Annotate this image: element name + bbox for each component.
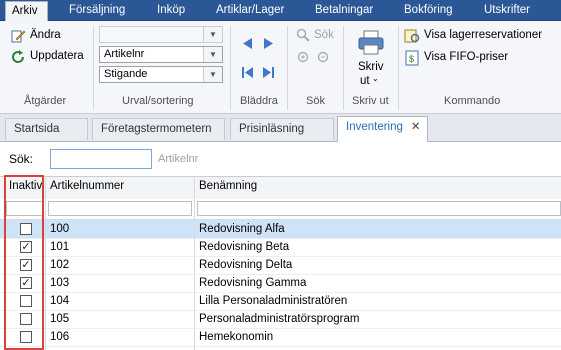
search-icon [296,28,310,42]
tab-foretagstermometern[interactable]: Företagstermometern [92,118,225,140]
sort-order-select[interactable]: Stigande ▼ [99,66,223,83]
uppdatera-button[interactable]: Uppdatera [10,49,90,65]
skriv-ut-button[interactable]: Skriv ut ⌄ [350,26,392,92]
table-row[interactable]: ✓ 101 Redovisning Beta [0,238,561,257]
sort-order-value: Stigande [104,68,148,80]
filter-benamning[interactable] [197,201,561,216]
table-row[interactable]: 100 Redovisning Alfa [0,220,561,239]
group-label-kommando: Kommando [444,95,501,107]
ribbon-separator [343,26,344,110]
menu-inkop[interactable]: Inköp [157,0,185,20]
search-input[interactable] [50,149,152,169]
price-list-icon: $ [405,50,419,66]
ribbon-separator [398,26,399,110]
cell-artikelnummer: 102 [50,259,70,271]
search-hint: Artikelnr [158,153,199,165]
ribbon-separator [287,26,288,110]
filter-artikelnummer[interactable] [48,201,192,216]
cell-benamning: Personaladministratörsprogram [199,313,360,325]
column-header-artikelnummer[interactable]: Artikelnummer [50,180,124,192]
group-label-urval: Urval/sortering [122,95,194,107]
zoom-in-icon [297,51,309,63]
last-icon[interactable] [262,66,275,79]
menu-artiklar-lager[interactable]: Artiklar/Lager [216,0,284,20]
sok-button[interactable]: Sök [296,28,336,44]
cell-artikelnummer: 101 [50,241,70,253]
ribbon-separator [230,26,231,110]
visa-lager-label: Visa lagerreservationer [424,29,543,41]
table-row[interactable]: ✓ 103 Redovisning Gamma [0,274,561,293]
urval-combo-disabled: ▼ [99,26,223,43]
uppdatera-label: Uppdatera [30,50,84,62]
svg-text:$: $ [409,54,414,64]
group-label-bladdra: Bläddra [240,95,278,107]
column-header-benamning[interactable]: Benämning [199,180,257,192]
cell-benamning: Redovisning Alfa [199,223,285,235]
cell-benamning: Redovisning Delta [199,259,293,271]
cell-artikelnummer: 105 [50,313,70,325]
edit-icon [11,30,26,43]
visa-lagerreservationer-button[interactable]: Visa lagerreservationer [404,28,554,44]
sok-label: Sök [314,29,334,41]
chevron-down-icon: ⌄ [372,74,379,83]
table-row[interactable]: ✓ 102 Redovisning Delta [0,256,561,275]
first-icon[interactable] [241,66,254,79]
previous-icon[interactable] [241,37,254,50]
menu-utskrifter[interactable]: Utskrifter [484,0,530,20]
skriv-ut-line2: ut [360,75,370,87]
sort-field-select[interactable]: Artikelnr ▼ [99,46,223,63]
table-row[interactable]: 104 Lilla Personaladministratören [0,292,561,311]
group-label-skriv-ut: Skriv ut [352,95,389,107]
cell-benamning: Lilla Personaladministratören [199,295,348,307]
menu-forsaljning[interactable]: Försäljning [69,0,125,20]
table-row[interactable]: 106 Hemekonomin [0,328,561,347]
zoom-out-icon [317,51,329,63]
table-row[interactable]: 105 Personaladministratörsprogram [0,310,561,329]
cell-artikelnummer: 106 [50,331,70,343]
printer-icon [358,30,384,55]
group-label-atgarder: Åtgärder [24,95,67,107]
column-divider [194,176,195,350]
refresh-icon [12,50,25,63]
menu-arkiv[interactable]: Arkiv [5,1,48,21]
chevron-down-icon: ▼ [203,47,222,62]
cell-benamning: Hemekonomin [199,331,274,343]
chevron-down-icon: ▼ [203,67,222,82]
visa-fifo-label: Visa FIFO-priser [424,51,509,63]
cell-artikelnummer: 104 [50,295,70,307]
ribbon-separator [93,26,94,110]
tab-prisinlasning[interactable]: Prisinläsning [230,118,334,140]
cell-artikelnummer: 100 [50,223,70,235]
search-label: Sök: [9,152,34,166]
tab-inventering[interactable]: Inventering ✕ [337,116,428,142]
cell-artikelnummer: 103 [50,277,70,289]
cell-benamning: Redovisning Gamma [199,277,307,289]
column-divider [45,176,46,350]
cell-benamning: Redovisning Beta [199,241,290,253]
next-icon[interactable] [262,37,275,50]
tab-startsida[interactable]: Startsida [5,118,88,140]
highlight-box [4,175,44,350]
menu-bokforing[interactable]: Bokföring [404,0,453,20]
skriv-ut-line1: Skriv [358,61,384,73]
andra-button[interactable]: Ändra [10,28,90,44]
visa-fifo-button[interactable]: $ Visa FIFO-priser [404,50,554,66]
close-icon[interactable]: ✕ [411,121,421,133]
reservation-icon [404,29,420,43]
tab-inventering-label: Inventering [346,121,403,133]
group-label-sok: Sök [306,95,325,107]
chevron-down-icon: ▼ [203,27,222,42]
sort-field-value: Artikelnr [104,48,145,60]
andra-label: Ändra [30,29,61,41]
menu-betalningar[interactable]: Betalningar [315,0,373,20]
